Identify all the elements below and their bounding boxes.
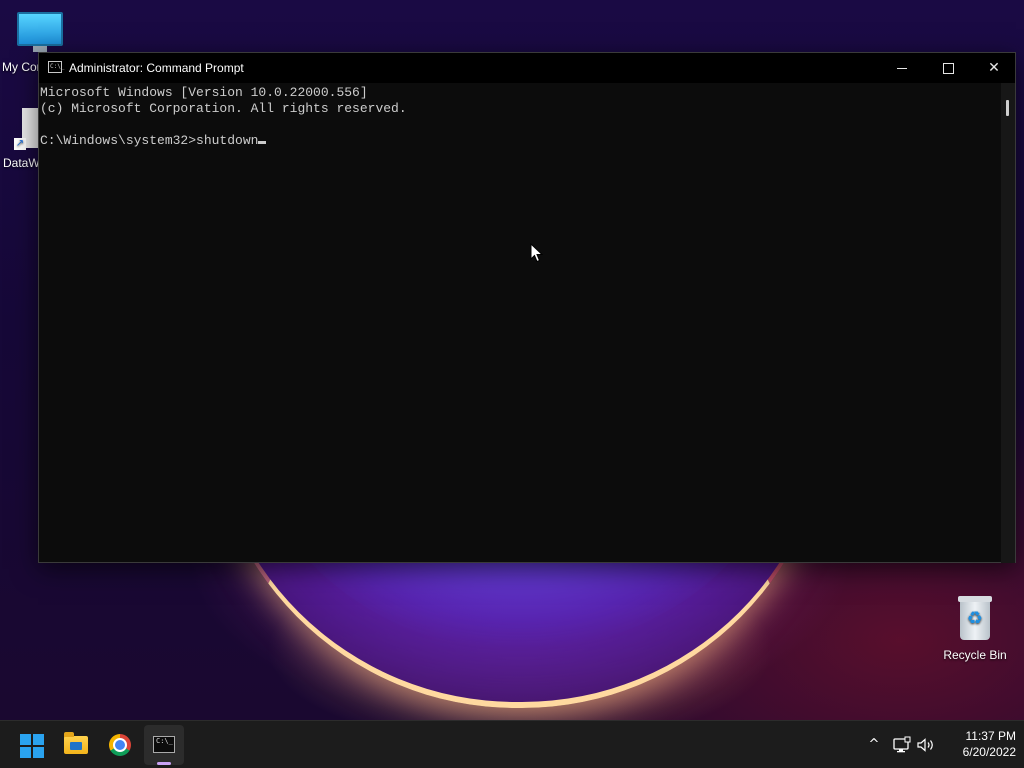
taskbar-start-button[interactable]: [12, 725, 52, 765]
console-line: C:\Windows\system32>shutdown: [40, 133, 259, 148]
console-line: (c) Microsoft Corporation. All rights re…: [40, 101, 407, 116]
close-button[interactable]: ✕: [971, 53, 1017, 83]
close-icon: ✕: [988, 60, 1000, 76]
clock-date: 6/20/2022: [962, 745, 1016, 759]
desktop-icon-label: DataW: [3, 156, 40, 170]
taskbar-clock[interactable]: 11:37 PM 6/20/2022: [940, 728, 1016, 760]
scrollbar-thumb[interactable]: [1006, 100, 1009, 116]
speaker-icon: [917, 738, 933, 752]
desktop-icon-label: Recycle Bin: [943, 648, 1007, 662]
console-prompt-line[interactable]: C:\Windows\system32>shutdown: [40, 133, 999, 149]
minimize-icon: [897, 67, 907, 69]
taskbar-chrome-button[interactable]: [100, 725, 140, 765]
mouse-pointer-icon: [530, 243, 544, 263]
minimize-button[interactable]: [879, 53, 925, 83]
cmd-icon: C:\_: [153, 736, 175, 753]
maximize-button[interactable]: [925, 53, 971, 83]
desktop-icon-my-computer[interactable]: My Computer: [0, 8, 80, 74]
chevron-up-icon: ^: [868, 737, 880, 752]
console-line: Microsoft Windows [Version 10.0.22000.55…: [40, 85, 368, 100]
taskbar-file-explorer-button[interactable]: [56, 725, 96, 765]
window-title: Administrator: Command Prompt: [69, 61, 244, 75]
active-app-indicator: [157, 762, 171, 765]
desktop-icon-recycle-bin[interactable]: ♻ Recycle Bin: [938, 596, 1012, 662]
clock-time: 11:37 PM: [965, 729, 1016, 743]
cmd-app-icon: C:\_: [48, 61, 64, 73]
console-output[interactable]: Microsoft Windows [Version 10.0.22000.55…: [39, 83, 999, 563]
shortcut-arrow-icon: ↗: [14, 138, 26, 150]
network-icon: [893, 736, 911, 753]
taskbar-command-prompt-button[interactable]: C:\_: [144, 725, 184, 765]
taskbar: C:\_ ^ 11:37 PM 6/20/2022: [0, 720, 1024, 768]
monitor-icon: [17, 12, 63, 52]
show-hidden-icons-button[interactable]: ^: [862, 733, 886, 757]
network-status-button[interactable]: [890, 733, 914, 757]
window-titlebar[interactable]: C:\_ Administrator: Command Prompt ✕: [39, 53, 1015, 83]
volume-button[interactable]: [914, 733, 938, 757]
windows-logo-icon: [20, 734, 44, 758]
maximize-icon: [942, 62, 954, 74]
text-cursor: [258, 141, 267, 144]
console-scrollbar[interactable]: [1001, 83, 1015, 563]
command-prompt-window[interactable]: C:\_ Administrator: Command Prompt ✕ Mic…: [38, 52, 1016, 563]
recycle-bin-icon: ♻: [958, 596, 992, 640]
chrome-icon: [109, 734, 131, 756]
folder-icon: [64, 732, 88, 754]
